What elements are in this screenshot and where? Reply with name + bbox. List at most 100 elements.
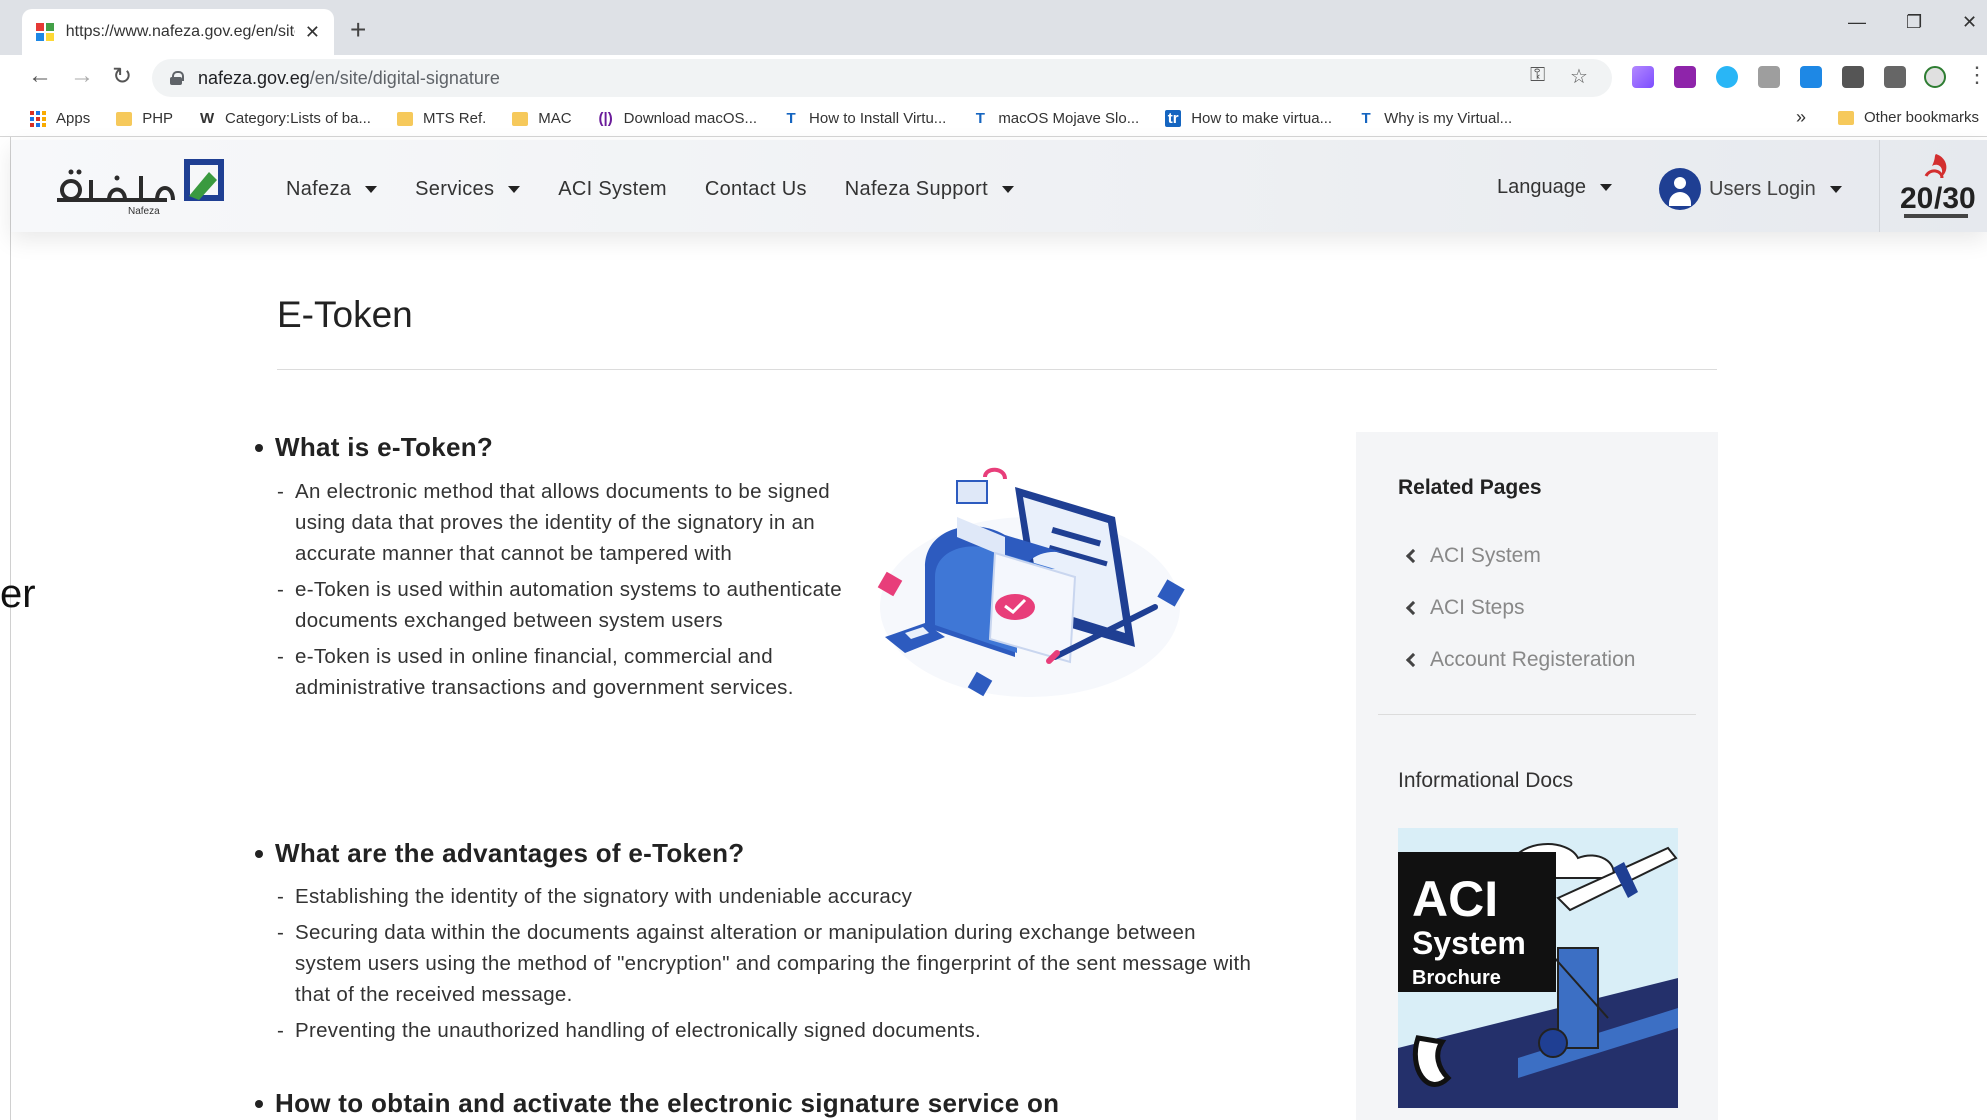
puzzle-extensions-icon[interactable] <box>1842 66 1864 88</box>
caret-down-icon <box>1829 185 1842 193</box>
e-token-illustration <box>877 467 1185 697</box>
nav-contact-us[interactable]: Contact Us <box>705 178 807 201</box>
apps-grid-icon <box>30 110 46 127</box>
purple-extension-icon[interactable] <box>1674 66 1696 88</box>
browser-tab[interactable]: https://www.nafeza.gov.eg/en/site/digita… <box>22 9 334 55</box>
section-heading-what-is: What is e-Token? <box>255 432 493 463</box>
list-item: Establishing the identity of the signato… <box>277 881 1267 912</box>
sidebar: Related Pages ACI System ACI Steps Accou… <box>1356 432 1718 1120</box>
bookmark-make-virtua[interactable]: tr How to make virtua... <box>1165 110 1332 127</box>
profile-avatar-icon[interactable] <box>1924 66 1946 88</box>
site-icon: T <box>1361 110 1371 127</box>
header-divider <box>1879 140 1880 232</box>
wikipedia-icon: W <box>199 110 215 127</box>
main-nav: Nafeza Services ACI System Contact Us Na… <box>286 178 1052 201</box>
star-icon[interactable]: ☆ <box>1570 64 1588 89</box>
blue-extension-icon[interactable] <box>1800 66 1822 88</box>
caret-down-icon <box>508 186 521 193</box>
bullet-dot <box>255 849 263 858</box>
related-pages-title: Related Pages <box>1398 476 1542 499</box>
url-path: /en/site/digital-signature <box>309 67 500 88</box>
section-heading-how-to-obtain: How to obtain and activate the electroni… <box>255 1088 1059 1119</box>
bullet-dot <box>255 1099 263 1108</box>
pen-extension-icon[interactable] <box>1632 66 1654 88</box>
chevron-left-icon <box>1405 600 1421 616</box>
related-link-aci-system[interactable]: ACI System <box>1405 530 1635 582</box>
folder-icon <box>116 111 133 126</box>
brochure-artwork: ACI System Brochure <box>1398 828 1678 1108</box>
users-login-dropdown[interactable]: Users Login <box>1659 168 1842 210</box>
brochure-aci-text: ACI <box>1412 871 1498 927</box>
site-header: Nafeza Nafeza Services ACI System Contac… <box>11 140 1987 232</box>
user-avatar-icon <box>1659 168 1701 210</box>
sidebar-divider <box>1378 714 1696 715</box>
back-arrow-icon[interactable]: ← <box>28 62 52 90</box>
related-link-account-registeration[interactable]: Account Registeration <box>1405 634 1635 686</box>
address-bar[interactable]: nafeza.gov.eg/en/site/digital-signature … <box>152 59 1612 97</box>
bookmark-apps[interactable]: Apps <box>30 110 90 127</box>
new-tab-icon[interactable]: + <box>350 14 366 46</box>
section2-list: Establishing the identity of the signato… <box>277 881 1267 1051</box>
site-favicon-icon <box>36 23 54 41</box>
site-icon: (|) <box>598 110 613 127</box>
caret-down-icon <box>1599 184 1612 191</box>
tab-close-icon[interactable]: ✕ <box>305 22 320 43</box>
svg-text:/30: /30 <box>1934 182 1976 215</box>
cloud-extension-icon[interactable] <box>1716 66 1738 88</box>
caret-down-icon <box>1001 186 1014 193</box>
related-pages-list: ACI System ACI Steps Account Registerati… <box>1405 530 1635 686</box>
site-icon: T <box>786 110 796 127</box>
logo-subtitle: Nafeza <box>128 206 160 217</box>
url-host: nafeza.gov.eg <box>198 67 310 88</box>
bookmark-php[interactable]: PHP <box>116 110 173 127</box>
nav-aci-system[interactable]: ACI System <box>558 178 667 201</box>
bookmark-download-macos[interactable]: (|) Download macOS... <box>598 110 757 127</box>
list-item: An electronic method that allows documen… <box>277 476 857 569</box>
lock-icon <box>170 71 184 85</box>
bookmarks-bar: Apps PHP W Category:Lists of ba... MTS Re… <box>0 101 1987 137</box>
forward-arrow-icon[interactable]: → <box>70 62 94 90</box>
bookmark-install-virtu[interactable]: T How to Install Virtu... <box>783 110 946 127</box>
language-dropdown[interactable]: Language <box>1497 176 1612 199</box>
chevron-left-icon <box>1405 652 1421 668</box>
camera-extension-icon[interactable] <box>1758 66 1780 88</box>
aci-brochure-thumbnail[interactable]: ACI System Brochure <box>1398 828 1678 1108</box>
bookmark-category[interactable]: W Category:Lists of ba... <box>199 110 371 127</box>
bookmarks-more-icon[interactable]: » <box>1796 107 1806 128</box>
media-queue-icon[interactable] <box>1884 66 1906 88</box>
key-icon[interactable]: ⚿ <box>1530 64 1545 87</box>
section1-list: An electronic method that allows documen… <box>277 476 857 708</box>
nav-nafeza[interactable]: Nafeza <box>286 178 378 201</box>
chevron-left-icon <box>1405 548 1421 564</box>
page-title: E-Token <box>277 294 413 335</box>
window-close-icon[interactable]: ✕ <box>1962 12 1977 33</box>
svg-text:20: 20 <box>1900 182 1933 215</box>
list-item: e-Token is used within automation system… <box>277 574 857 636</box>
bookmark-why-virtual[interactable]: T Why is my Virtual... <box>1358 110 1513 127</box>
nav-services[interactable]: Services <box>415 178 521 201</box>
menu-dots-icon[interactable]: ⋮ <box>1966 62 1987 88</box>
folder-icon <box>512 111 529 126</box>
restore-icon[interactable]: ❐ <box>1906 12 1922 33</box>
site-icon: tr <box>1165 110 1182 127</box>
list-item: Preventing the unauthorized handling of … <box>277 1015 1267 1046</box>
site-icon: T <box>975 110 985 127</box>
caret-down-icon <box>365 186 378 193</box>
main-content: E-Token What is e-Token? An electronic m… <box>0 232 1987 1120</box>
folder-icon <box>396 111 413 126</box>
folder-icon <box>1838 110 1854 125</box>
browser-toolbar: ← → ↻ nafeza.gov.eg/en/site/digital-sign… <box>0 55 1987 101</box>
bookmark-macos-mojave[interactable]: TmacOS Mojave Slo... <box>972 110 1139 127</box>
reload-icon[interactable]: ↻ <box>112 62 132 91</box>
bookmark-mac[interactable]: MAC <box>512 110 572 127</box>
bookmark-mts-ref[interactable]: MTS Ref. <box>396 110 486 127</box>
section-heading-advantages: What are the advantages of e-Token? <box>255 838 744 869</box>
other-bookmarks[interactable]: Other bookmarks <box>1838 109 1979 126</box>
browser-tabstrip: https://www.nafeza.gov.eg/en/site/digita… <box>0 0 1987 55</box>
list-item: e-Token is used in online financial, com… <box>277 641 857 703</box>
list-item: Securing data within the documents again… <box>277 917 1267 1010</box>
tab-title: https://www.nafeza.gov.eg/en/site/digita… <box>65 23 295 40</box>
minimize-icon[interactable]: — <box>1848 12 1866 33</box>
nav-nafeza-support[interactable]: Nafeza Support <box>845 178 1014 201</box>
related-link-aci-steps[interactable]: ACI Steps <box>1405 582 1635 634</box>
